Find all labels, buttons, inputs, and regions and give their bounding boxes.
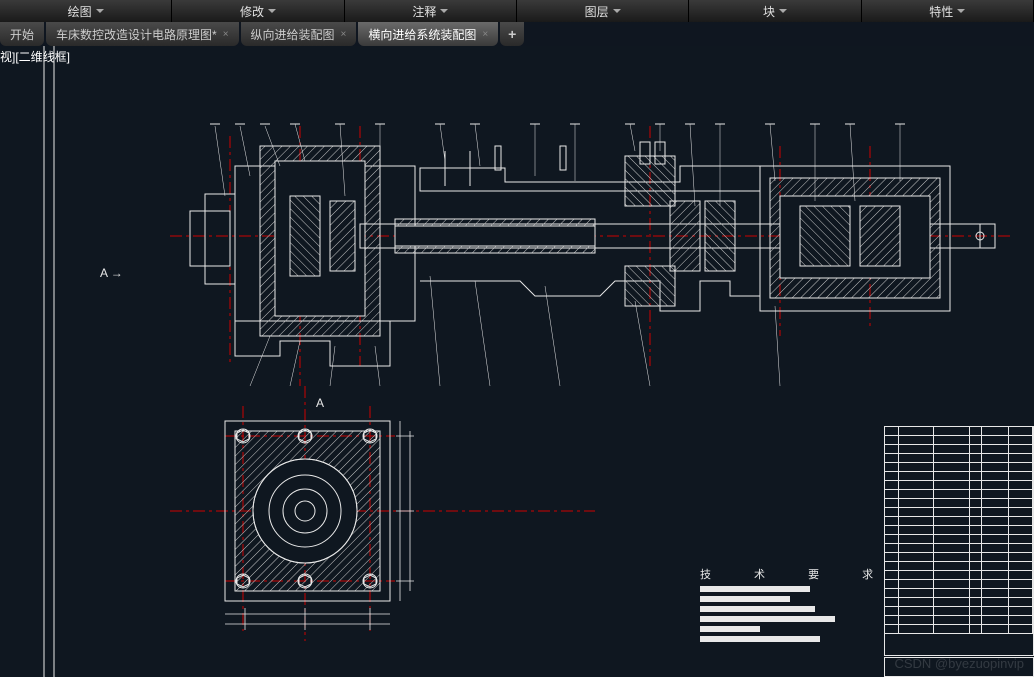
chevron-down-icon bbox=[268, 9, 276, 13]
chevron-down-icon bbox=[957, 9, 965, 13]
menu-annotate[interactable]: 注释 bbox=[345, 0, 517, 22]
tab-start[interactable]: 开始 bbox=[0, 22, 44, 46]
menu-layers[interactable]: 图层 bbox=[517, 0, 689, 22]
tech-requirements-title: 技 术 要 求 bbox=[700, 566, 893, 582]
menu-blocks[interactable]: 块 bbox=[689, 0, 861, 22]
chevron-down-icon bbox=[96, 9, 104, 13]
cad-drawing bbox=[0, 46, 1034, 677]
tab-bar: 开始 车床数控改造设计电路原理图*× 纵向进给装配图× 横向进给系统装配图× + bbox=[0, 22, 1034, 46]
tab-new[interactable]: + bbox=[500, 22, 524, 46]
menu-properties[interactable]: 特性 bbox=[862, 0, 1034, 22]
close-icon[interactable]: × bbox=[482, 29, 488, 40]
tab-circuit[interactable]: 车床数控改造设计电路原理图*× bbox=[46, 22, 239, 46]
close-icon[interactable]: × bbox=[341, 29, 347, 40]
tab-longitudinal[interactable]: 纵向进给装配图× bbox=[241, 22, 357, 46]
menu-bar: 绘图 修改 注释 图层 块 特性 bbox=[0, 0, 1034, 22]
menu-draw[interactable]: 绘图 bbox=[0, 0, 172, 22]
bom-table bbox=[884, 426, 1034, 656]
tech-requirements-body bbox=[700, 586, 840, 646]
drawing-canvas[interactable]: 视][二维线框] A → A bbox=[0, 46, 1034, 677]
watermark: CSDN @byezuopinvip bbox=[894, 656, 1024, 671]
chevron-down-icon bbox=[779, 9, 787, 13]
close-icon[interactable]: × bbox=[223, 29, 229, 40]
menu-modify[interactable]: 修改 bbox=[172, 0, 344, 22]
tab-transverse[interactable]: 横向进给系统装配图× bbox=[358, 22, 498, 46]
chevron-down-icon bbox=[613, 9, 621, 13]
chevron-down-icon bbox=[440, 9, 448, 13]
